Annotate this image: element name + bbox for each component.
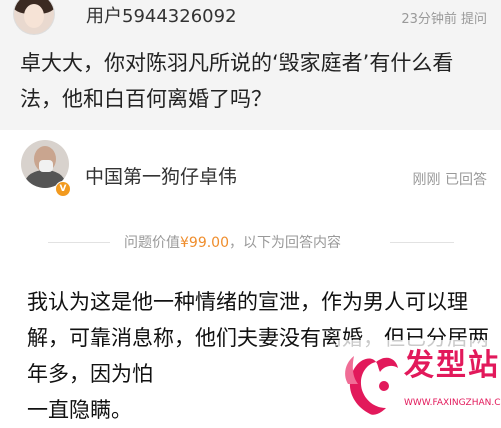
question-meta: 23分钟前 提问 (401, 12, 487, 27)
questioner-username[interactable]: 用户5944326092 (86, 2, 237, 28)
question-card: 用户5944326092 23分钟前 提问 卓大大，你对陈羽凡所说的‘毁家庭者’… (0, 0, 501, 130)
answer-header: V 中国第一狗仔卓伟 刚刚 已回答 (0, 140, 501, 200)
price-prefix: 问题价值 (124, 235, 180, 251)
avatar-hand (39, 160, 53, 172)
answer-tail: 一直隐瞒。 (27, 398, 132, 422)
watermark-url: WWW.FAXINGZHAN.COM (404, 398, 501, 408)
watermark: 发型站 WWW.FAXINGZHAN.COM (338, 340, 501, 428)
questioner-avatar[interactable] (14, 0, 54, 34)
price-suffix: ，以下为回答内容 (229, 235, 341, 251)
price-divider: 问题价值¥99.00，以下为回答内容 (0, 232, 501, 252)
question-text: 卓大大，你对陈羽凡所说的‘毁家庭者’有什么看法，他和白百何离婚了吗？ (20, 51, 454, 111)
watermark-logo-icon (345, 356, 398, 415)
price-value: ¥99.00 (180, 235, 229, 251)
price-text: 问题价值¥99.00，以下为回答内容 (124, 232, 341, 252)
divider-line-right (390, 242, 454, 243)
answer-status: 刚刚 已回答 (412, 172, 487, 188)
divider-line-left (48, 242, 110, 243)
verified-badge-icon: V (55, 181, 71, 197)
watermark-name: 发型站 (404, 348, 500, 383)
avatar-face (24, 4, 44, 28)
answerer-name[interactable]: 中国第一狗仔卓伟 (85, 162, 237, 189)
